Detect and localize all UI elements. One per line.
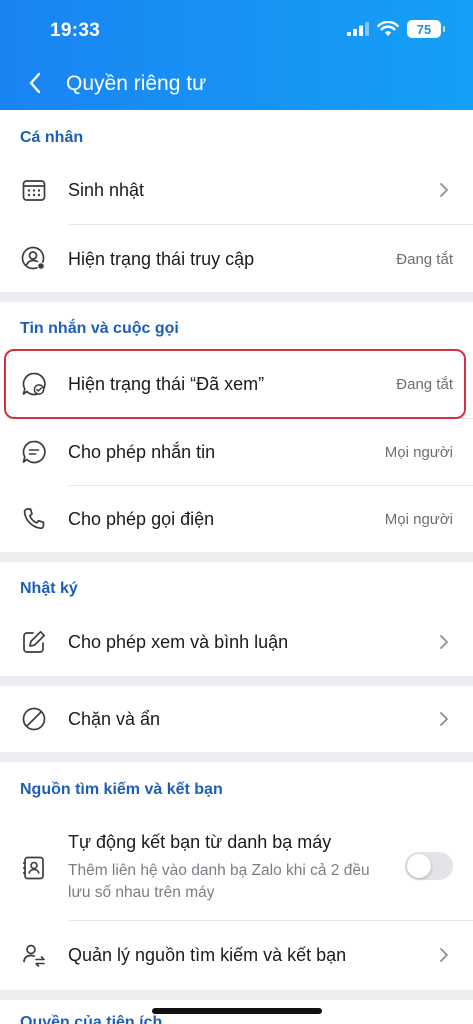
row-allow-calling[interactable]: Cho phép gọi điện Mọi người (0, 486, 473, 552)
row-online-status[interactable]: Hiện trạng thái truy cập Đang tắt (0, 225, 473, 293)
row-label: Cho phép nhắn tin (68, 441, 216, 462)
section-block-hide: Chặn và ẩn (0, 686, 473, 752)
section-title-utility: Quyền của tiện ích (20, 1014, 163, 1024)
status-icons: 75 (347, 20, 445, 38)
signal-icon (347, 22, 369, 36)
section-title-diary: Nhật ký (20, 580, 78, 597)
row-label: Sinh nhật (68, 179, 145, 200)
row-label: Chặn và ẩn (68, 708, 161, 729)
section-title-sources: Nguồn tìm kiếm và kết bạn (20, 781, 223, 798)
chevron-right-icon (437, 631, 451, 653)
status-time: 19:33 (50, 20, 101, 41)
row-value: Mọi người (384, 443, 453, 461)
chevron-left-icon (29, 72, 41, 94)
section-sources: Nguồn tìm kiếm và kết bạn Tự động kết bạ… (0, 762, 473, 990)
section-title-messages: Tin nhắn và cuộc gọi (20, 320, 179, 337)
chevron-right-icon (437, 944, 451, 966)
row-auto-add-friends[interactable]: Tự động kết bạn từ danh bạ máy Thêm liên… (0, 820, 473, 920)
wifi-icon (377, 21, 399, 36)
section-title-personal: Cá nhân (20, 129, 84, 146)
home-indicator (152, 1008, 322, 1014)
battery-indicator: 75 (407, 20, 445, 38)
section-personal: Cá nhân Sinh nhật Hiện trạng thái truy c… (0, 110, 473, 292)
section-messages-calls: Tin nhắn và cuộc gọi Hiện trạng thái “Đã… (0, 302, 473, 552)
back-button[interactable] (18, 66, 52, 100)
row-label: Hiện trạng thái truy cập (68, 248, 255, 269)
row-value: Mọi người (384, 510, 453, 528)
row-manage-sources[interactable]: Quản lý nguồn tìm kiếm và kết bạn (0, 921, 473, 989)
chevron-right-icon (437, 179, 451, 201)
user-status-icon (20, 245, 48, 273)
page-title: Quyền riêng tư (66, 72, 207, 95)
phone-icon (20, 505, 48, 533)
row-description: Thêm liên hệ vào danh bạ Zalo khi cả 2 đ… (68, 862, 370, 901)
row-label: Cho phép gọi điện (68, 508, 215, 529)
row-block-hide[interactable]: Chặn và ẩn (0, 686, 473, 752)
row-birthday[interactable]: Sinh nhật (0, 156, 473, 224)
toggle-knob (407, 854, 431, 878)
header: 19:33 75 Quyền riêng tư (0, 0, 473, 110)
calendar-icon (20, 176, 48, 204)
chat-bubble-icon (20, 438, 48, 466)
edit-icon (20, 628, 48, 656)
battery-level: 75 (416, 21, 432, 37)
section-diary: Nhật ký Cho phép xem và bình luận (0, 562, 473, 676)
row-label: Tự động kết bạn từ danh bạ máy (68, 832, 332, 852)
chevron-right-icon (437, 708, 451, 730)
block-icon (20, 705, 48, 733)
auto-add-toggle[interactable] (405, 852, 453, 880)
row-view-comment[interactable]: Cho phép xem và bình luận (0, 608, 473, 676)
row-value: Đang tắt (396, 250, 453, 268)
contact-book-icon (20, 854, 48, 882)
highlight-box (4, 349, 466, 419)
row-label: Cho phép xem và bình luận (68, 631, 289, 652)
row-allow-messaging[interactable]: Cho phép nhắn tin Mọi người (0, 419, 473, 485)
row-label: Quản lý nguồn tìm kiếm và kết bạn (68, 944, 347, 965)
user-sync-icon (20, 941, 48, 969)
